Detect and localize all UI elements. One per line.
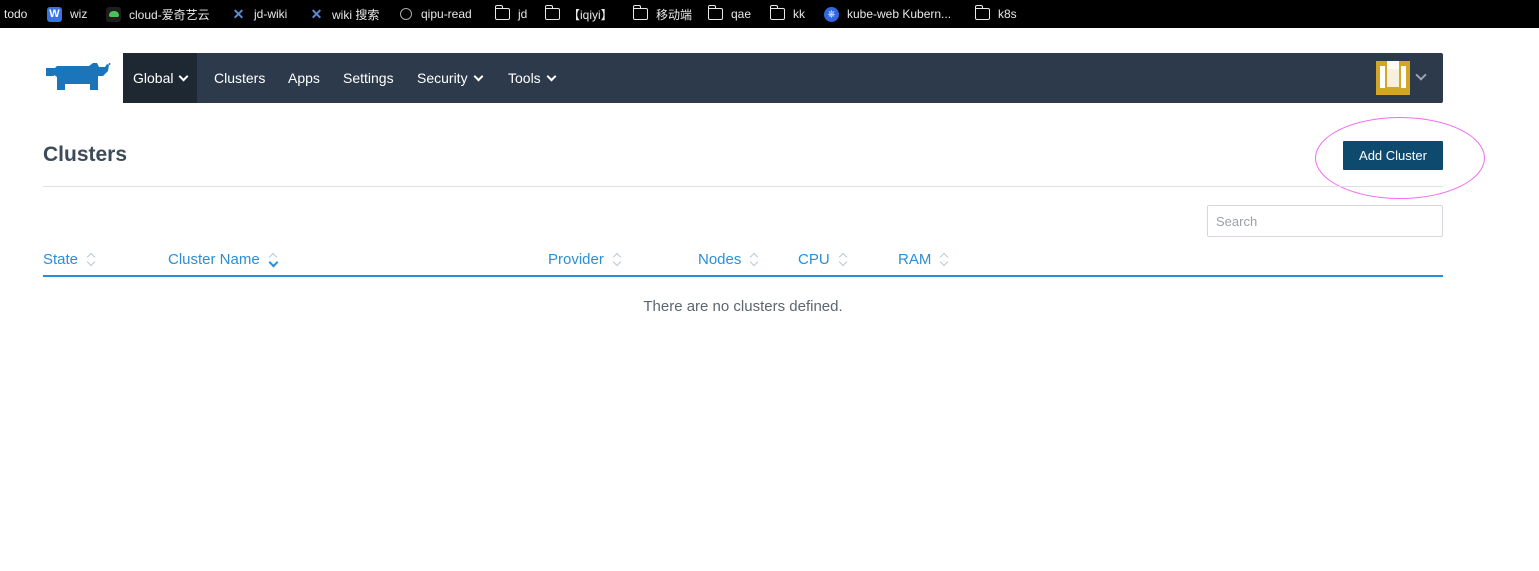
folder-icon	[974, 5, 990, 20]
cloud-icon	[106, 6, 121, 22]
nav-apps[interactable]: Apps	[288, 53, 320, 103]
confluence-icon: ✕	[310, 5, 323, 22]
confluence-icon: ✕	[232, 5, 245, 22]
logo-area[interactable]	[43, 53, 123, 103]
folder-icon	[632, 5, 648, 20]
top-nav: Global Clusters Apps Settings Security T…	[43, 53, 1443, 103]
bookmark-mobile[interactable]: 移动端	[632, 0, 692, 28]
bookmarks-bar: todo W wiz cloud-爱奇艺云 ✕ jd-wiki ✕ wiki 搜…	[0, 0, 1539, 28]
sort-icon	[612, 251, 622, 267]
sort-descending-icon	[268, 251, 278, 267]
sort-icon	[838, 251, 848, 267]
bookmark-kk[interactable]: kk	[769, 0, 805, 28]
column-header-ram[interactable]: RAM	[898, 248, 949, 270]
folder-icon	[494, 5, 510, 20]
column-header-provider[interactable]: Provider	[548, 248, 622, 270]
user-avatar[interactable]	[1376, 61, 1410, 95]
bookmark-wiki-search[interactable]: ✕ wiki 搜索	[309, 0, 380, 28]
bookmark-jd[interactable]: jd	[494, 0, 527, 28]
chevron-down-icon	[546, 71, 557, 81]
folder-icon	[707, 5, 723, 20]
page-title: Clusters	[43, 143, 128, 166]
empty-table-message: There are no clusters defined.	[643, 298, 843, 315]
rancher-logo	[46, 63, 111, 90]
sort-icon	[939, 251, 949, 267]
column-header-cpu[interactable]: CPU	[798, 248, 848, 270]
column-header-nodes[interactable]: Nodes	[698, 248, 759, 270]
sort-icon	[749, 251, 759, 267]
bookmark-qipu-read[interactable]: qipu-read	[398, 0, 472, 28]
search-input[interactable]	[1207, 205, 1443, 237]
chevron-down-icon	[179, 71, 189, 81]
bookmark-cloud[interactable]: cloud-爱奇艺云	[106, 0, 210, 28]
column-header-cluster-name[interactable]: Cluster Name	[168, 248, 278, 270]
nav-security[interactable]: Security	[417, 53, 484, 103]
bookmark-todo[interactable]: todo	[4, 0, 27, 28]
bookmark-iqiyi[interactable]: 【iqiyi】	[544, 0, 613, 28]
header-divider	[43, 186, 1443, 187]
bookmark-qae[interactable]: qae	[707, 0, 751, 28]
nav-clusters[interactable]: Clusters	[214, 53, 265, 103]
bookmark-jd-wiki[interactable]: ✕ jd-wiki	[231, 0, 288, 28]
nav-settings[interactable]: Settings	[343, 53, 394, 103]
kubernetes-icon: ⎈	[824, 6, 839, 22]
bookmark-kube-web[interactable]: ⎈ kube-web Kubern...	[824, 0, 951, 28]
sort-icon	[86, 251, 96, 267]
chevron-down-icon	[473, 71, 484, 81]
read-icon	[399, 8, 412, 20]
wiz-icon: W	[47, 6, 62, 22]
folder-icon	[544, 5, 560, 20]
bookmark-k8s[interactable]: k8s	[974, 0, 1017, 28]
column-header-state[interactable]: State	[43, 248, 96, 270]
table-header-divider	[43, 275, 1443, 277]
folder-icon	[769, 5, 785, 20]
chevron-down-icon[interactable]	[1415, 69, 1427, 81]
bookmark-wiz[interactable]: W wiz	[47, 0, 87, 28]
nav-tools[interactable]: Tools	[508, 53, 557, 103]
nav-global[interactable]: Global	[123, 53, 198, 103]
